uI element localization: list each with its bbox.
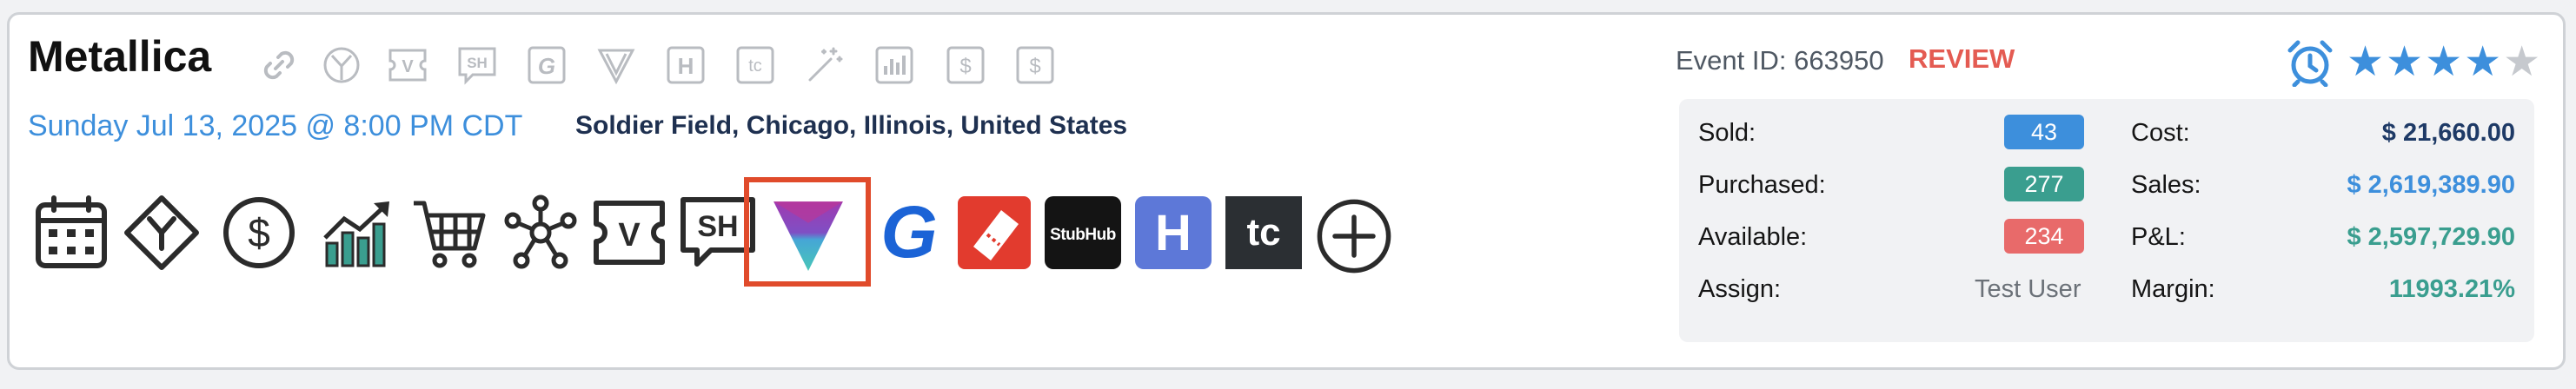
h-text: H (1155, 205, 1192, 261)
ticket-red-icon[interactable] (956, 194, 1032, 271)
status-badge[interactable]: REVIEW (1909, 43, 2015, 75)
dollar-circle-icon[interactable]: $ (221, 194, 297, 271)
sold-badge: 43 (2004, 115, 2084, 149)
purchased-label: Purchased: (1698, 171, 1826, 199)
assign-value[interactable]: Test User (1975, 275, 2081, 304)
calendar-icon[interactable] (33, 194, 110, 271)
event-id-label: Event ID: (1676, 45, 1787, 76)
stubhub-sh-icon[interactable]: SH (457, 45, 497, 85)
chart-icon[interactable] (874, 45, 914, 85)
stats-panel: Sold: 43 Purchased: 277 Available: 234 A… (1679, 99, 2534, 342)
link-icon[interactable] (259, 45, 299, 85)
alarm-clock-icon[interactable] (2286, 38, 2334, 88)
star-icon[interactable]: ★ (2464, 39, 2503, 85)
sh-text: SH (697, 210, 738, 243)
star-icon[interactable]: ★ (2347, 39, 2386, 85)
available-badge: 234 (2004, 219, 2084, 254)
sales-label: Sales: (2131, 171, 2201, 199)
tc-text: tc (748, 56, 762, 76)
event-id: Event ID: 663950 (1676, 45, 1884, 76)
shopping-cart-icon[interactable] (412, 194, 488, 271)
margin-value: 11993.21% (2388, 275, 2515, 303)
g-text: G (538, 53, 555, 79)
dollar-text: $ (248, 210, 270, 255)
assign-label: Assign: (1698, 275, 1782, 303)
network-icon[interactable] (502, 194, 579, 271)
vs-text: V (402, 57, 414, 76)
event-date: Sunday Jul 13, 2025 @ 8:00 PM CDT (28, 109, 523, 142)
pnl-value: $ 2,597,729.90 (2347, 223, 2515, 251)
tc-icon[interactable]: tc (735, 45, 775, 85)
event-venue: Soldier Field, Chicago, Illinois, United… (575, 111, 1128, 140)
vivid-seats-icon[interactable]: V (388, 45, 428, 85)
event-title[interactable]: Metallica (28, 31, 211, 82)
add-circle-icon[interactable] (1316, 198, 1391, 274)
purchased-badge: 277 (2004, 167, 2084, 201)
sh-text: SH (467, 55, 488, 71)
dollar-text: $ (959, 55, 971, 78)
rating-stars[interactable]: ★★★★★ (2347, 40, 2542, 85)
cost-label: Cost: (2131, 119, 2190, 147)
pnl-label: P&L: (2131, 223, 2186, 251)
star-empty-icon[interactable]: ★ (2503, 39, 2542, 85)
gametime-icon[interactable]: G (527, 45, 567, 85)
hotel-h-icon[interactable]: H (666, 45, 706, 85)
margin-label: Margin: (2131, 275, 2215, 303)
star-icon[interactable]: ★ (2425, 39, 2464, 85)
vivid-triangle-icon[interactable] (770, 196, 845, 271)
sold-label: Sold: (1698, 119, 1756, 147)
vividseats-v-icon[interactable] (596, 45, 636, 85)
directions-icon[interactable] (123, 194, 200, 271)
available-label: Available: (1698, 223, 1808, 251)
split-icon[interactable] (322, 45, 362, 85)
v-text: V (618, 217, 641, 254)
stubhub-text: StubHub (1050, 226, 1116, 244)
vivid-seats-ticket-icon[interactable]: V (591, 194, 667, 271)
g-text: G (880, 194, 937, 271)
hotel-h-logo-icon[interactable]: H (1135, 194, 1212, 271)
cost-value: $ 21,660.00 (2381, 119, 2515, 147)
tc-text: tc (1246, 211, 1280, 254)
dollar-text: $ (1029, 55, 1040, 78)
sales-value: $ 2,619,389.90 (2347, 171, 2515, 199)
event-id-value: 663950 (1794, 45, 1884, 76)
dollar-icon[interactable]: $ (946, 45, 986, 85)
magic-wand-icon[interactable] (805, 45, 845, 85)
h-text: H (678, 53, 694, 79)
stubhub-logo-icon[interactable]: StubHub (1045, 194, 1121, 271)
dollar-icon[interactable]: $ (1015, 45, 1055, 85)
growth-chart-icon[interactable] (320, 194, 396, 271)
tc-logo-icon[interactable]: tc (1225, 194, 1302, 271)
gametime-g-icon[interactable]: G (873, 194, 949, 271)
star-icon[interactable]: ★ (2386, 39, 2425, 85)
